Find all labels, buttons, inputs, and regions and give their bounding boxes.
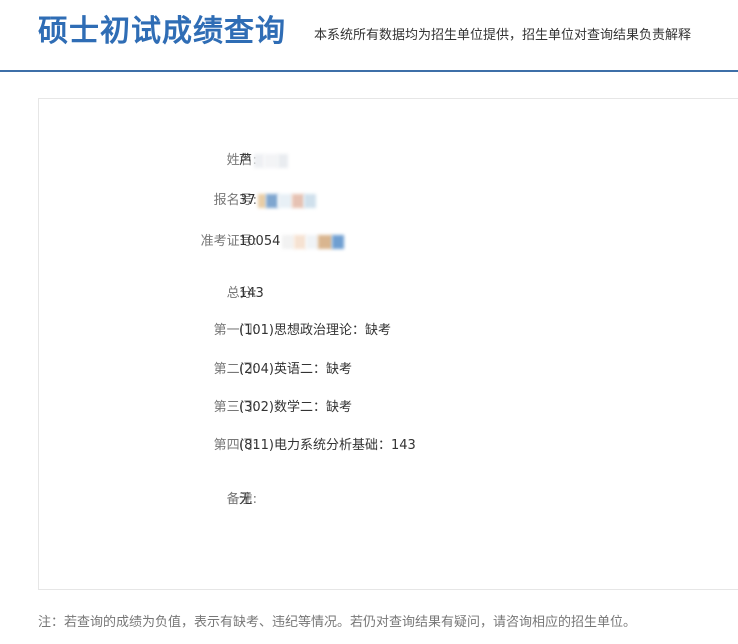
exam-row: 准考证号: 10054 <box>39 232 738 252</box>
remark-value: 无 <box>239 492 253 507</box>
redacted-blur <box>254 153 289 168</box>
header-note: 本系统所有数据均为招生单位提供，招生单位对查询结果负责解释 <box>314 28 692 43</box>
subject-value: (811)电力系统分析基础：143 <box>239 438 416 453</box>
result-panel: 姓名: 芦 报名号: 37 准考证号: 10054 总分: 143 第一门: (… <box>38 98 738 590</box>
subject-row-4: 第四门: (811)电力系统分析基础：143 <box>39 436 738 456</box>
total-row: 总分: 143 <box>39 284 738 304</box>
reg-row: 报名号: 37 <box>39 191 738 211</box>
reg-text: 37 <box>239 193 256 208</box>
remark-row: 备注: 无 <box>39 490 738 510</box>
name-value: 芦 <box>239 151 289 171</box>
name-text: 芦 <box>239 153 253 168</box>
reg-value: 37 <box>239 191 316 211</box>
page-title: 硕士初试成绩查询 <box>38 14 286 49</box>
redacted-blur <box>257 193 316 208</box>
subject-value: (204)英语二：缺考 <box>239 362 352 377</box>
exam-value: 10054 <box>239 232 345 252</box>
footer-note: 注：若查询的成绩为负值，表示有缺考、违纪等情况。若仍对查询结果有疑问，请咨询相应… <box>38 615 637 630</box>
total-value: 143 <box>239 286 264 301</box>
header: 硕士初试成绩查询 本系统所有数据均为招生单位提供，招生单位对查询结果负责解释 <box>0 0 738 72</box>
subject-value: (302)数学二：缺考 <box>239 400 352 415</box>
subject-row-2: 第二门: (204)英语二：缺考 <box>39 360 738 380</box>
subject-value: (101)思想政治理论：缺考 <box>239 323 391 338</box>
name-row: 姓名: 芦 <box>39 151 738 171</box>
exam-text: 10054 <box>239 234 281 249</box>
subject-row-3: 第三门: (302)数学二：缺考 <box>39 398 738 418</box>
subject-row-1: 第一门: (101)思想政治理论：缺考 <box>39 321 738 341</box>
redacted-blur <box>282 234 345 249</box>
